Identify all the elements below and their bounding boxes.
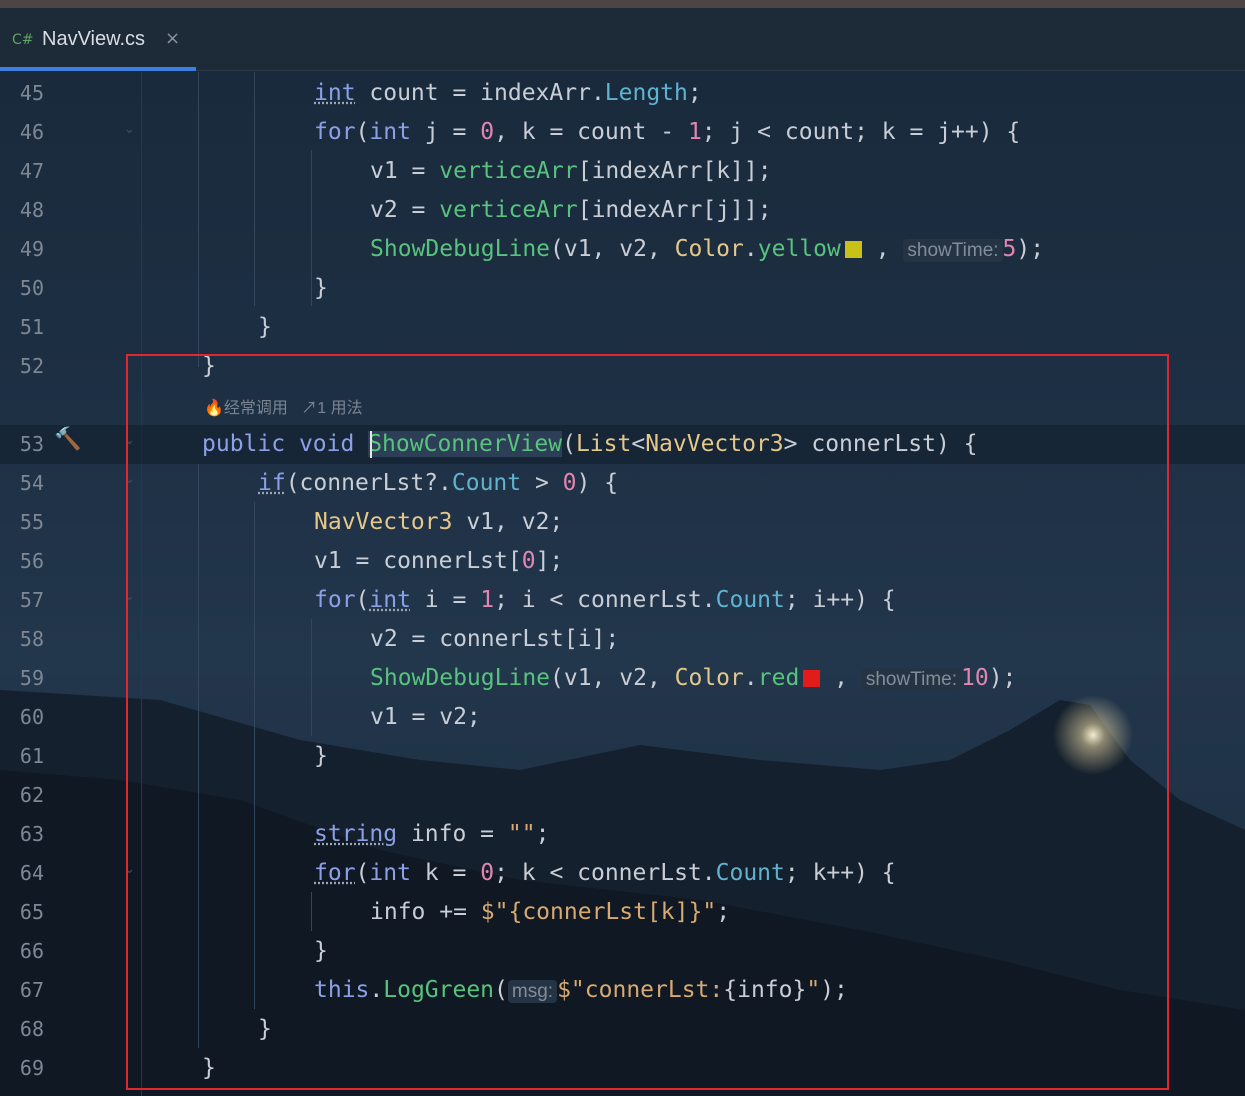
keyword: int — [369, 119, 411, 145]
code-text: (v1, v2, — [550, 236, 675, 262]
line-number[interactable]: 46 — [0, 113, 44, 152]
code-text: } — [258, 314, 272, 340]
line-number[interactable]: 50 — [0, 269, 44, 308]
line-number[interactable]: 47 — [0, 152, 44, 191]
line-number[interactable]: 69 — [0, 1049, 44, 1088]
keyword: for — [314, 119, 356, 145]
indent-guide — [198, 72, 199, 367]
code-text: , k = count - — [494, 119, 688, 145]
line-number[interactable]: 55 — [0, 503, 44, 542]
code-text: v2 = — [370, 197, 440, 223]
line-number[interactable]: 51 — [0, 308, 44, 347]
line-number[interactable]: 64 — [0, 854, 44, 893]
window-top-strip — [0, 0, 1245, 8]
line-number[interactable]: 63 — [0, 815, 44, 854]
type: Color — [674, 236, 744, 262]
code-line-51[interactable]: } — [258, 308, 272, 347]
code-text: v1 = — [370, 158, 440, 184]
yellow-color-swatch[interactable] — [844, 241, 862, 258]
code-text: ; j < count; k = j++) { — [701, 119, 1021, 145]
property: yellow — [757, 236, 841, 262]
line-number[interactable]: 52 — [0, 347, 44, 386]
code-text: ; — [687, 80, 702, 106]
code-text: count = indexArr. — [355, 80, 605, 106]
code-text: [indexArr[k]]; — [577, 158, 772, 184]
code-text: [indexArr[j]]; — [577, 197, 772, 223]
keyword: int — [314, 80, 356, 106]
number: 5 — [1002, 236, 1017, 262]
code-line-50[interactable]: } — [314, 269, 328, 308]
number: 0 — [480, 119, 495, 145]
csharp-file-icon: C# — [12, 32, 34, 48]
line-number[interactable]: 59 — [0, 659, 44, 698]
code-text: ( — [355, 119, 370, 145]
method: verticeArr — [439, 197, 578, 223]
code-line-48[interactable]: v2 = verticeArr[indexArr[j]]; — [370, 191, 772, 230]
tab-navview[interactable]: C# NavView.cs × — [0, 8, 196, 71]
indent-guide — [254, 72, 255, 306]
line-number[interactable]: 65 — [0, 893, 44, 932]
code-text: , — [861, 236, 904, 262]
line-number[interactable]: 61 — [0, 737, 44, 776]
line-number[interactable]: 48 — [0, 191, 44, 230]
method: ShowDebugLine — [370, 236, 551, 262]
line-number[interactable]: 53 — [0, 425, 44, 464]
active-tab-indicator — [0, 67, 196, 71]
line-number[interactable]: 60 — [0, 698, 44, 737]
line-number[interactable]: 57 — [0, 581, 44, 620]
code-text: } — [314, 275, 328, 301]
line-number[interactable]: 49 — [0, 230, 44, 269]
line-number[interactable]: 45 — [0, 74, 44, 113]
code-text: ); — [1016, 236, 1045, 262]
line-number[interactable]: 68 — [0, 1010, 44, 1049]
editor-tab-bar: C# NavView.cs × — [0, 8, 1245, 71]
method: verticeArr — [439, 158, 578, 184]
line-number[interactable]: 66 — [0, 932, 44, 971]
number: 1 — [687, 119, 702, 145]
property: Length — [604, 80, 688, 106]
line-number[interactable]: 62 — [0, 776, 44, 815]
code-line-46[interactable]: for(int j = 0, k = count - 1; j < count;… — [314, 113, 1020, 152]
line-number[interactable]: 67 — [0, 971, 44, 1010]
code-line-45[interactable]: int count = indexArr.Length; — [314, 74, 702, 113]
hammer-icon[interactable]: 🔨 — [54, 427, 81, 452]
param-hint: showTime: — [903, 239, 1003, 262]
code-line-49[interactable]: ShowDebugLine(v1, v2, Color.yellow , sho… — [370, 230, 1044, 269]
code-text: j = — [410, 119, 481, 145]
line-number[interactable]: 58 — [0, 620, 44, 659]
code-text: . — [743, 236, 758, 262]
fold-chevron-icon[interactable]: ⌄ — [124, 122, 135, 137]
line-number[interactable]: 54 — [0, 464, 44, 503]
code-line-47[interactable]: v1 = verticeArr[indexArr[k]]; — [370, 152, 772, 191]
close-icon[interactable]: × — [165, 28, 180, 49]
tab-filename: NavView.cs — [42, 28, 146, 50]
line-number[interactable]: 56 — [0, 542, 44, 581]
indent-guide — [311, 150, 312, 306]
red-highlight-box — [126, 354, 1169, 1090]
